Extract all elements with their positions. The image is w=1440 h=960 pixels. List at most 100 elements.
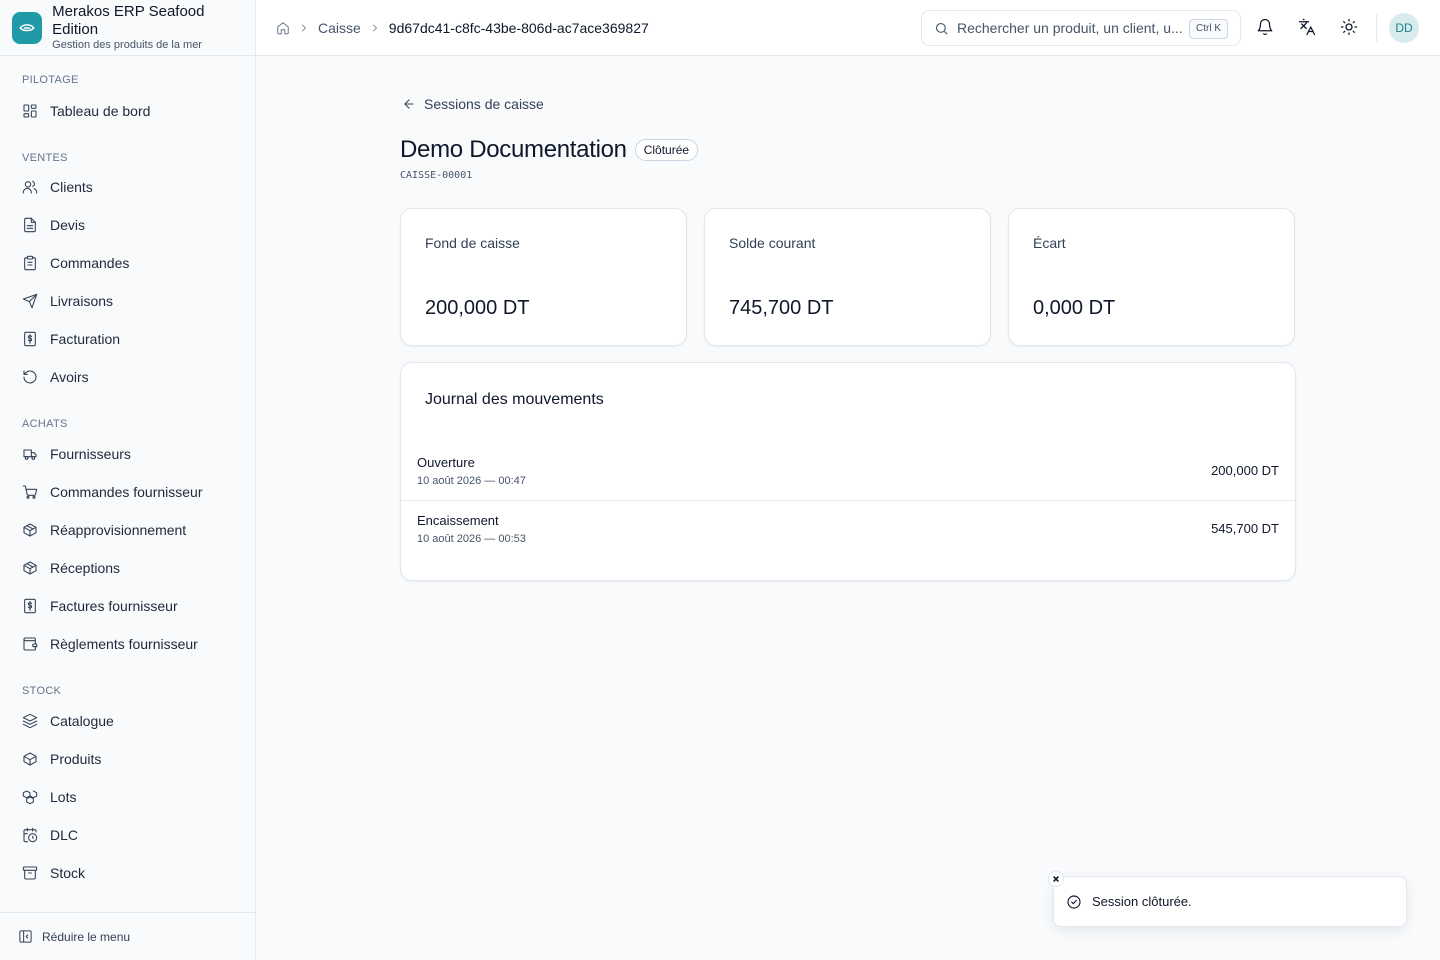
brand-logo-icon: [12, 11, 43, 44]
sidebar-item-label: Commandes: [50, 255, 130, 271]
file-text-icon: [24, 217, 36, 233]
search-input[interactable]: [957, 20, 1183, 36]
movement-type: Encaissement: [417, 513, 499, 528]
back-to-sessions-link[interactable]: Sessions de caisse: [402, 96, 544, 112]
sidebar-item-stock[interactable]: Stock: [0, 854, 255, 892]
sidebar-item-factures-fournisseur[interactable]: Factures fournisseur: [0, 587, 255, 625]
back-link-label: Sessions de caisse: [424, 96, 544, 112]
sidebar-item-label: Règlements fournisseur: [50, 636, 198, 652]
stat-value: 745,700 DT: [729, 297, 834, 319]
journal-title: Journal des mouvements: [425, 391, 604, 408]
topbar: Caisse 9d67dc41-c8fc-43be-806d-ac7ace369…: [256, 0, 1440, 56]
journal-list: Ouverture 10 août 2026 — 00:47 200,000 D…: [401, 443, 1295, 557]
sidebar-item-clients[interactable]: Clients: [0, 168, 255, 206]
users-icon: [22, 180, 38, 194]
breadcrumb-caisse[interactable]: Caisse: [318, 20, 361, 36]
stat-value: 200,000 DT: [425, 297, 530, 319]
sidebar-item-label: Stock: [50, 865, 86, 881]
collapse-menu-label: Réduire le menu: [42, 929, 131, 944]
section-label-achats: ACHATS: [22, 418, 68, 430]
stat-card-ecart: Écart 0,000 DT: [1008, 208, 1295, 346]
collapse-menu-button[interactable]: Réduire le menu: [0, 912, 255, 960]
movement-type: Ouverture: [417, 455, 475, 470]
movement-date: 10 août 2026 — 00:47: [417, 475, 526, 487]
sidebar-item-label: Livraisons: [50, 293, 114, 309]
movement-amount: 545,700 DT: [1211, 521, 1279, 536]
table-row: Encaissement 10 août 2026 — 00:53 545,70…: [401, 500, 1295, 557]
sidebar-item-dlc[interactable]: DLC: [0, 816, 255, 854]
sidebar-item-label: Tableau de bord: [50, 103, 151, 119]
breadcrumb-current: 9d67dc41-c8fc-43be-806d-ac7ace369827: [388, 19, 649, 36]
stat-card-fond-de-caisse: Fond de caisse 200,000 DT: [400, 208, 687, 346]
sidebar-nav: PILOTAGE Tableau de bord VENTES Clients …: [0, 56, 255, 912]
sidebar-item-avoirs[interactable]: Avoirs: [0, 358, 255, 396]
sidebar-item-label: Devis: [50, 217, 86, 233]
close-icon: [1053, 876, 1059, 882]
arrow-left-icon: [404, 99, 414, 109]
sidebar-item-label: Produits: [50, 751, 102, 767]
bell-icon: [1257, 18, 1273, 36]
sidebar-item-receptions[interactable]: Réceptions: [0, 549, 255, 587]
sidebar-item-label: Catalogue: [50, 713, 114, 729]
archive-icon: [22, 866, 38, 880]
sidebar-item-catalogue[interactable]: Catalogue: [0, 702, 255, 740]
sidebar-item-livraisons[interactable]: Livraisons: [0, 282, 255, 320]
languages-icon: [1298, 18, 1316, 36]
table-row: Ouverture 10 août 2026 — 00:47 200,000 D…: [401, 443, 1295, 500]
sidebar-item-lots[interactable]: Lots: [0, 778, 255, 816]
section-label-stock: STOCK: [22, 685, 62, 697]
sidebar-item-label: Réceptions: [50, 560, 121, 576]
stat-label: Écart: [1033, 235, 1066, 251]
toast-message: Session clôturée.: [1092, 894, 1192, 909]
shopping-cart-icon: [22, 485, 38, 499]
sidebar-item-devis[interactable]: Devis: [0, 206, 255, 244]
boxes-icon: [22, 790, 38, 805]
sidebar-item-reglements-fournisseur[interactable]: Règlements fournisseur: [0, 625, 255, 663]
home-icon[interactable]: [276, 21, 290, 35]
stat-label: Solde courant: [729, 235, 816, 251]
sidebar-item-label: Factures fournisseur: [50, 598, 178, 614]
layout-dashboard-icon: [23, 104, 37, 118]
sun-icon: [1340, 18, 1358, 36]
sidebar-item-produits[interactable]: Produits: [0, 740, 255, 778]
breadcrumb: Caisse 9d67dc41-c8fc-43be-806d-ac7ace369…: [276, 20, 649, 36]
sidebar-item-facturation[interactable]: Facturation: [0, 320, 255, 358]
movement-amount: 200,000 DT: [1211, 463, 1279, 478]
stat-value: 0,000 DT: [1033, 297, 1116, 319]
stat-label: Fond de caisse: [425, 235, 520, 251]
sidebar-item-tableau-de-bord[interactable]: Tableau de bord: [0, 92, 255, 130]
wallet-icon: [23, 637, 38, 651]
sidebar-item-reapprovisionnement[interactable]: Réapprovisionnement: [0, 511, 255, 549]
sidebar-item-label: Clients: [50, 179, 93, 195]
package-check-icon: [23, 561, 37, 575]
journal-card: Journal des mouvements Ouverture 10 août…: [400, 362, 1296, 581]
package-plus-icon: [23, 523, 37, 537]
truck-icon: [23, 449, 37, 460]
rotate-ccw-icon: [23, 370, 37, 384]
sidebar-item-commandes-fournisseur[interactable]: Commandes fournisseur: [0, 473, 255, 511]
sidebar-item-label: Réapprovisionnement: [50, 522, 187, 538]
package-icon: [23, 752, 37, 766]
theme-toggle-button[interactable]: [1338, 16, 1360, 38]
brand[interactable]: Merakos ERP Seafood Edition Gestion des …: [0, 0, 255, 56]
toast-close-button[interactable]: [1048, 871, 1064, 887]
sidebar-item-label: Facturation: [50, 331, 121, 347]
sidebar-item-label: DLC: [50, 827, 79, 843]
sidebar-item-label: Avoirs: [50, 369, 89, 385]
sidebar-item-fournisseurs[interactable]: Fournisseurs: [0, 435, 255, 473]
notifications-button[interactable]: [1254, 16, 1276, 38]
panel-left-close-icon: [19, 930, 32, 943]
sidebar: Merakos ERP Seafood Edition Gestion des …: [0, 0, 256, 960]
topbar-divider: [1376, 14, 1377, 42]
movement-date: 10 août 2026 — 00:53: [417, 533, 526, 545]
sidebar-item-label: Lots: [50, 789, 77, 805]
sidebar-item-label: Fournisseurs: [50, 446, 131, 462]
sidebar-item-label: Commandes fournisseur: [50, 484, 203, 500]
search-box[interactable]: Ctrl K: [921, 10, 1241, 46]
avatar[interactable]: DD: [1389, 13, 1419, 43]
brand-name: Merakos ERP Seafood Edition: [52, 3, 205, 38]
language-button[interactable]: [1296, 16, 1318, 38]
sidebar-item-commandes[interactable]: Commandes: [0, 244, 255, 282]
section-label-pilotage: PILOTAGE: [22, 74, 79, 86]
stat-card-solde-courant: Solde courant 745,700 DT: [704, 208, 991, 346]
